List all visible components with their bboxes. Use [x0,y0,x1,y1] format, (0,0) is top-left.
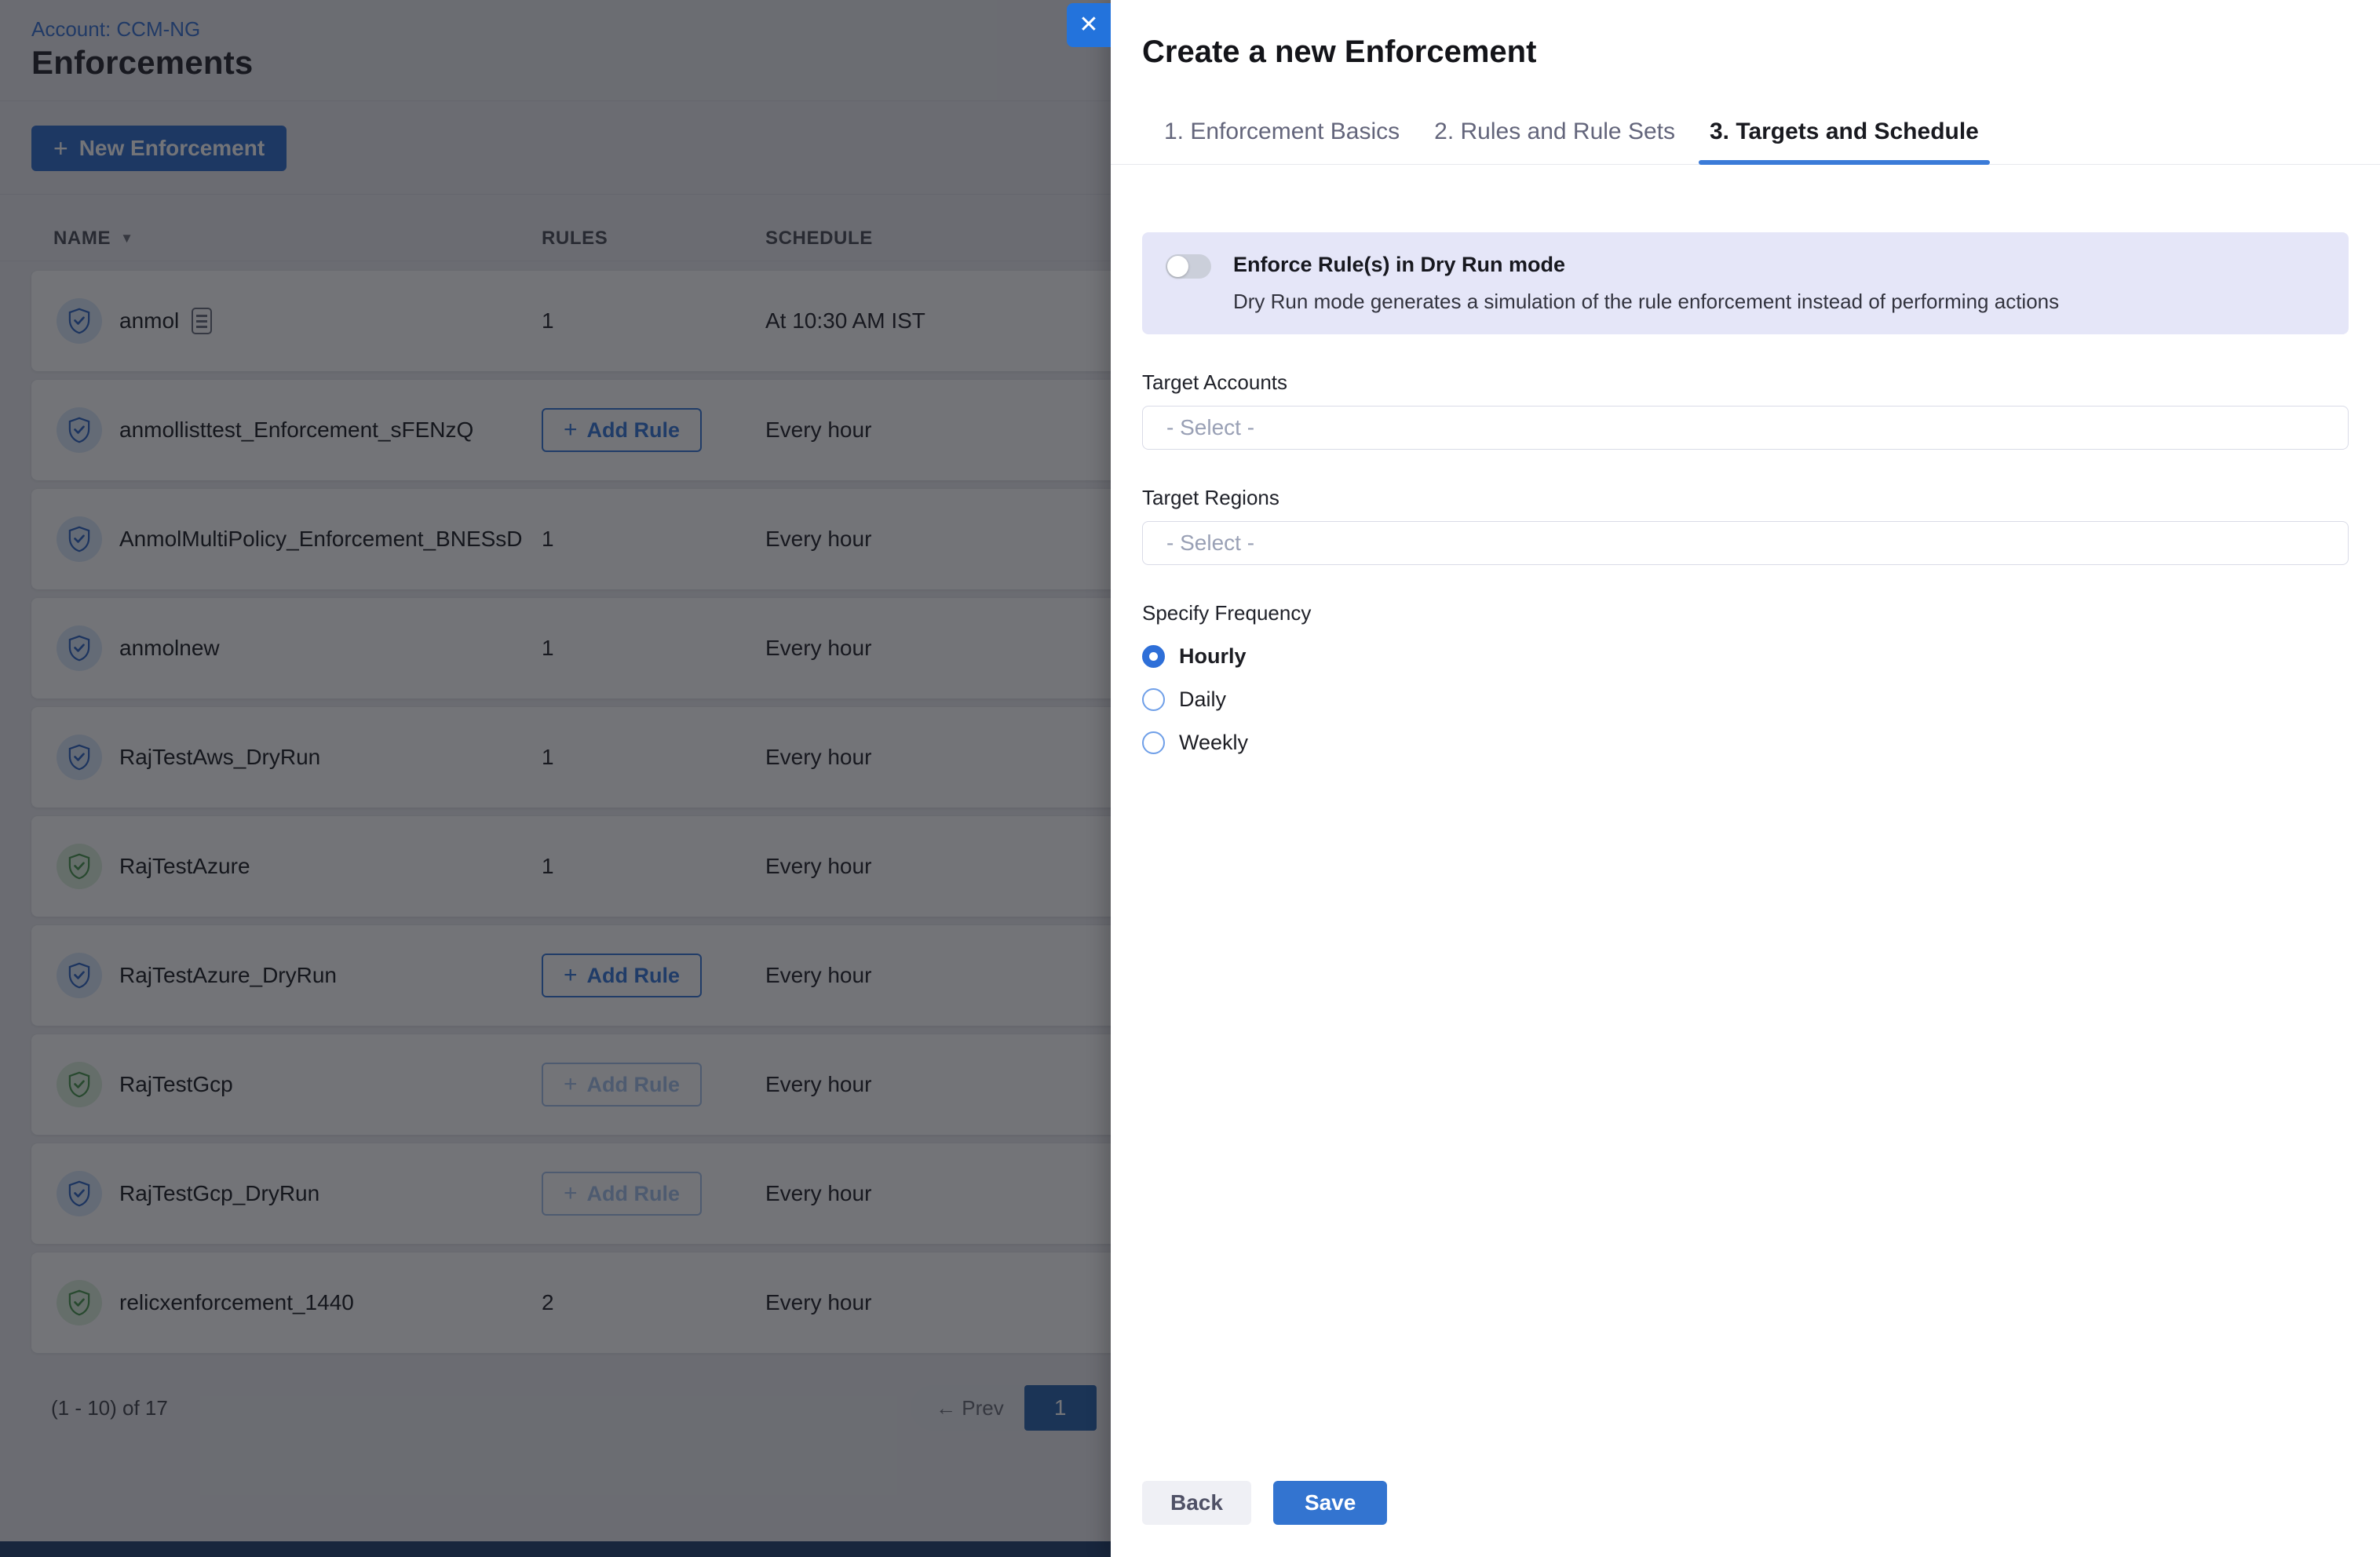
tab-targets-and-schedule[interactable]: 3. Targets and Schedule [1699,119,1990,164]
radio-checked-icon [1142,645,1165,668]
drawer-tabs: 1. Enforcement Basics 2. Rules and Rule … [1111,119,2380,165]
target-regions-select[interactable] [1142,521,2349,565]
tab-enforcement-basics[interactable]: 1. Enforcement Basics [1153,119,1411,164]
target-accounts-select[interactable] [1142,406,2349,450]
drawer-footer: Back Save [1142,1481,1387,1525]
frequency-option-hourly[interactable]: Hourly [1142,644,2349,669]
drawer-body: Enforce Rule(s) in Dry Run mode Dry Run … [1111,232,2380,755]
create-enforcement-drawer: ✕ Create a new Enforcement 1. Enforcemen… [1111,0,2380,1557]
frequency-option-daily[interactable]: Daily [1142,687,2349,712]
radio-unchecked-icon [1142,688,1165,711]
radio-unchecked-icon [1142,731,1165,754]
dry-run-toggle[interactable] [1166,254,1211,279]
frequency-option-weekly[interactable]: Weekly [1142,731,2349,755]
dry-run-description: Dry Run mode generates a simulation of t… [1233,290,2059,314]
dry-run-panel: Enforce Rule(s) in Dry Run mode Dry Run … [1142,232,2349,334]
tab-rules-and-rule-sets[interactable]: 2. Rules and Rule Sets [1423,119,1686,164]
toggle-knob-icon [1167,256,1188,277]
drawer-title: Create a new Enforcement [1142,35,2349,70]
target-regions-label: Target Regions [1142,486,2349,510]
save-button[interactable]: Save [1273,1481,1387,1525]
back-button[interactable]: Back [1142,1481,1251,1525]
dry-run-title: Enforce Rule(s) in Dry Run mode [1233,253,2059,277]
specify-frequency-label: Specify Frequency [1142,601,2349,625]
close-icon[interactable]: ✕ [1067,3,1111,47]
target-accounts-label: Target Accounts [1142,370,2349,395]
